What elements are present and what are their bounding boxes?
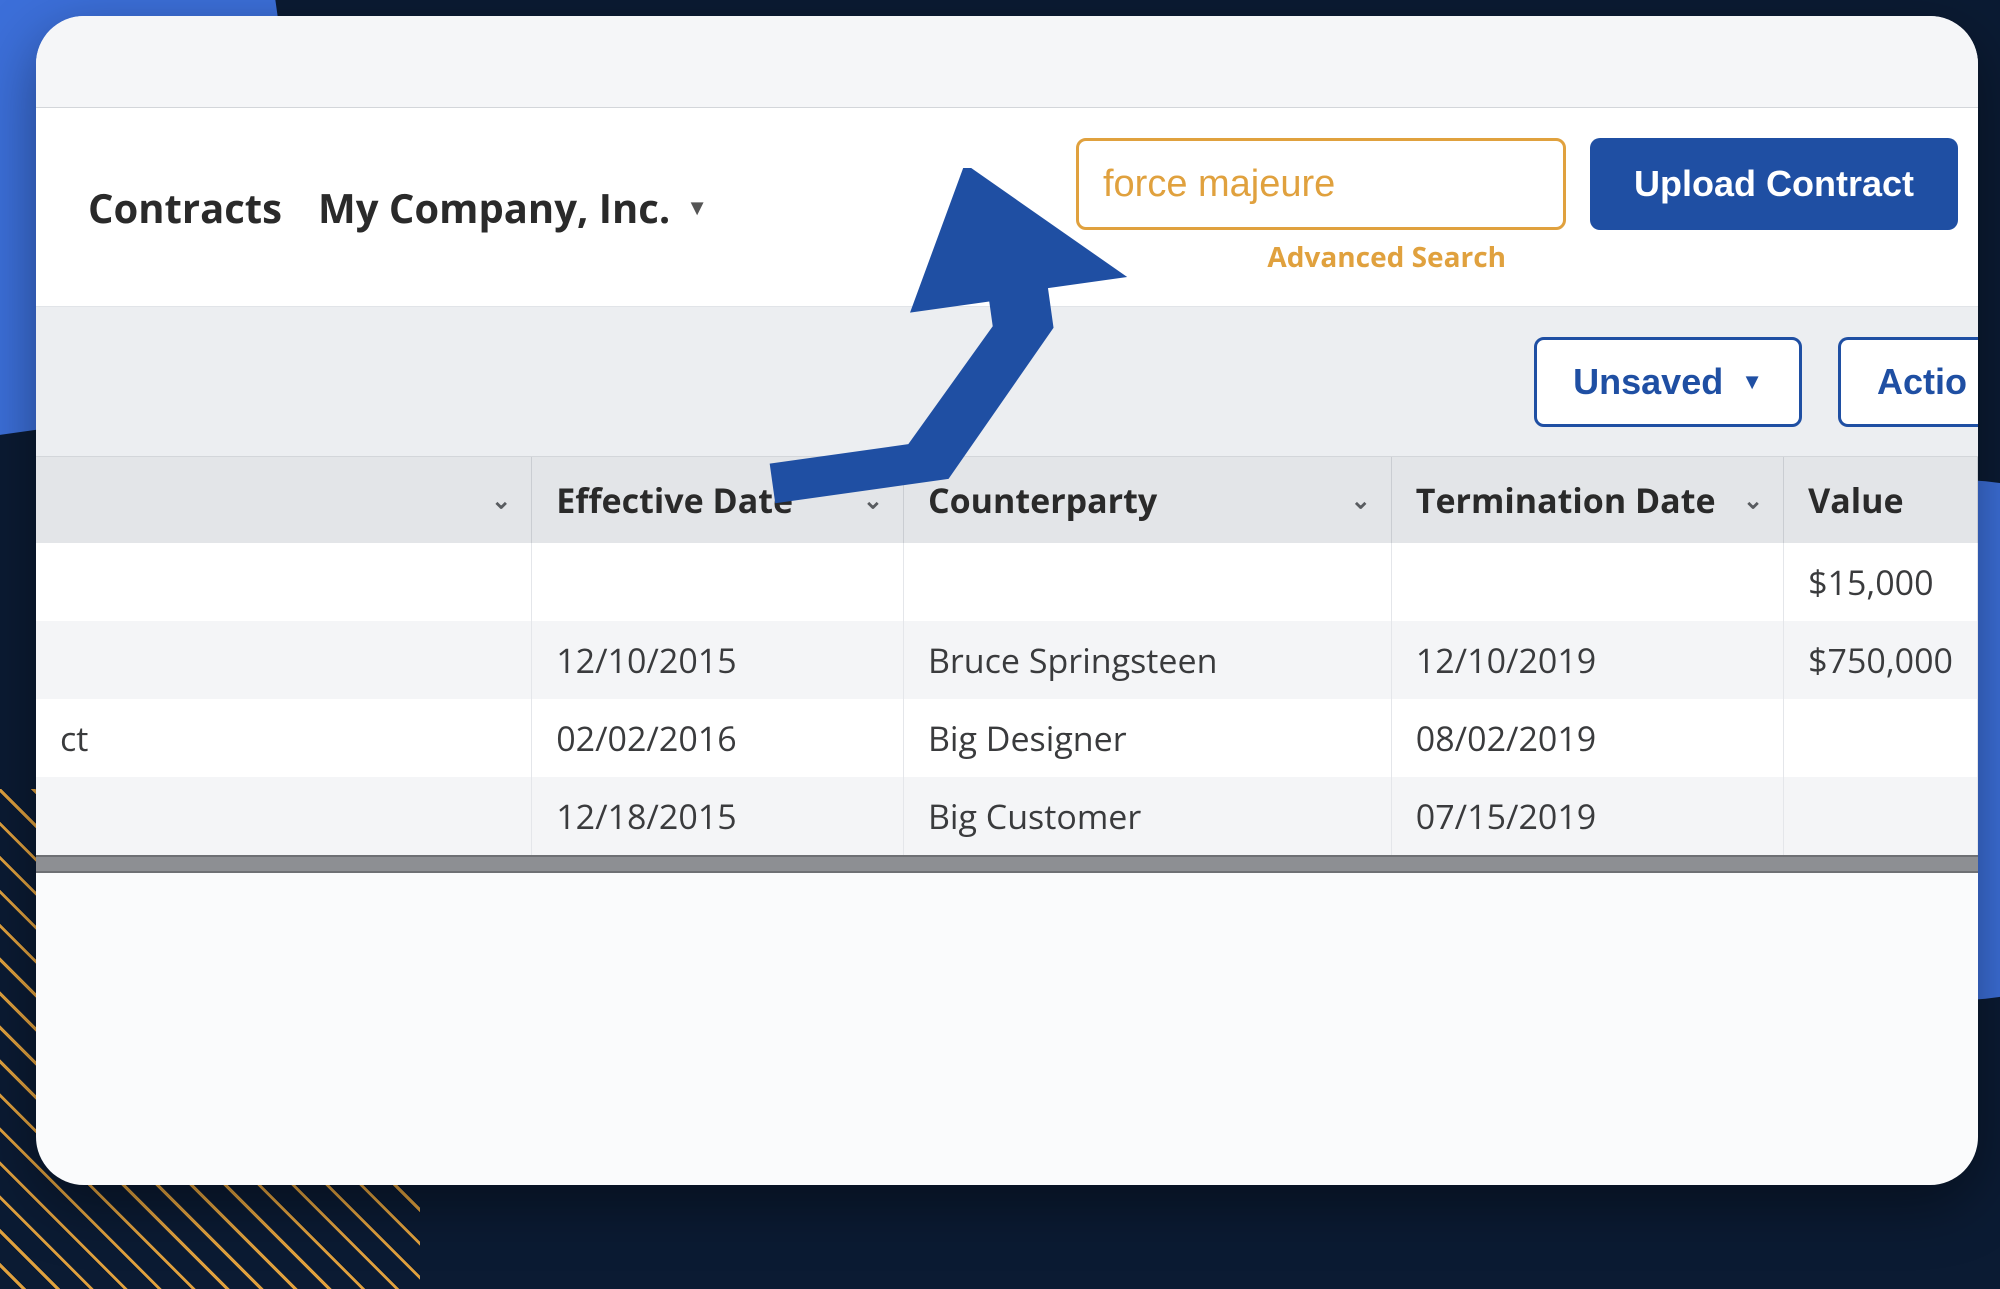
app-panel: Contracts My Company, Inc. ▼ ✖ Upload Co… [36,16,1978,1185]
chevron-down-icon[interactable]: ⌄ [491,484,511,517]
panel-top-spacer [36,16,1978,108]
cell-termination [1391,543,1783,621]
cell-counterparty [903,543,1391,621]
column-header-termination-date[interactable]: Termination Date ⌄ [1391,457,1783,543]
search-row: ✖ Upload Contract [1076,138,1978,230]
action-dropdown[interactable]: Actio [1838,337,1978,427]
cell-effective: 12/10/2015 [532,621,904,699]
cell-value [1784,777,1978,855]
cell-termination: 08/02/2019 [1391,699,1783,777]
cell-counterparty: Big Customer [903,777,1391,855]
table-row[interactable]: ct 02/02/2016 Big Designer 08/02/2019 [36,699,1978,777]
chevron-down-icon: ▼ [1741,369,1763,395]
table-row[interactable]: 12/18/2015 Big Customer 07/15/2019 [36,777,1978,855]
horizontal-scrollbar[interactable] [36,855,1978,873]
cell-effective [532,543,904,621]
column-header-counterparty[interactable]: Counterparty ⌄ [903,457,1391,543]
chevron-down-icon[interactable]: ⌄ [1351,484,1371,517]
unsaved-label: Unsaved [1573,361,1723,403]
cell-counterparty: Bruce Springsteen [903,621,1391,699]
table-row[interactable]: 12/10/2015 Bruce Springsteen 12/10/2019 … [36,621,1978,699]
cell-name: ct [36,699,532,777]
cell-counterparty: Big Designer [903,699,1391,777]
header-bar: Contracts My Company, Inc. ▼ ✖ Upload Co… [36,108,1978,307]
page-title: Contracts [88,180,282,235]
chevron-down-icon: ▼ [686,192,708,222]
cell-value: $15,000 [1784,543,1978,621]
chevron-down-icon[interactable]: ⌄ [1743,484,1763,517]
cell-effective: 12/18/2015 [532,777,904,855]
unsaved-dropdown[interactable]: Unsaved ▼ [1534,337,1802,427]
search-input[interactable] [1103,163,1592,206]
cell-value: $750,000 [1784,621,1978,699]
search-box: ✖ [1076,138,1566,230]
cell-name [36,621,532,699]
header-right: ✖ Upload Contract Advanced Search [1076,138,1978,276]
cell-name [36,543,532,621]
company-selector[interactable]: My Company, Inc. ▼ [318,180,708,235]
upload-contract-button[interactable]: Upload Contract [1590,138,1958,230]
contracts-table: ⌄ Effective Date ⌄ Counterparty ⌄ Termin… [36,457,1978,855]
column-header-name[interactable]: ⌄ [36,457,532,543]
cell-value [1784,699,1978,777]
table-row[interactable]: $15,000 [36,543,1978,621]
cell-name [36,777,532,855]
column-header-value[interactable]: Value [1784,457,1978,543]
cell-termination: 07/15/2019 [1391,777,1783,855]
company-selector-label: My Company, Inc. [318,180,670,235]
advanced-search-link[interactable]: Advanced Search [1267,238,1506,276]
chevron-down-icon[interactable]: ⌄ [863,484,883,517]
cell-termination: 12/10/2019 [1391,621,1783,699]
column-header-effective-date[interactable]: Effective Date ⌄ [532,457,904,543]
toolbar: Unsaved ▼ Actio [36,307,1978,457]
cell-effective: 02/02/2016 [532,699,904,777]
